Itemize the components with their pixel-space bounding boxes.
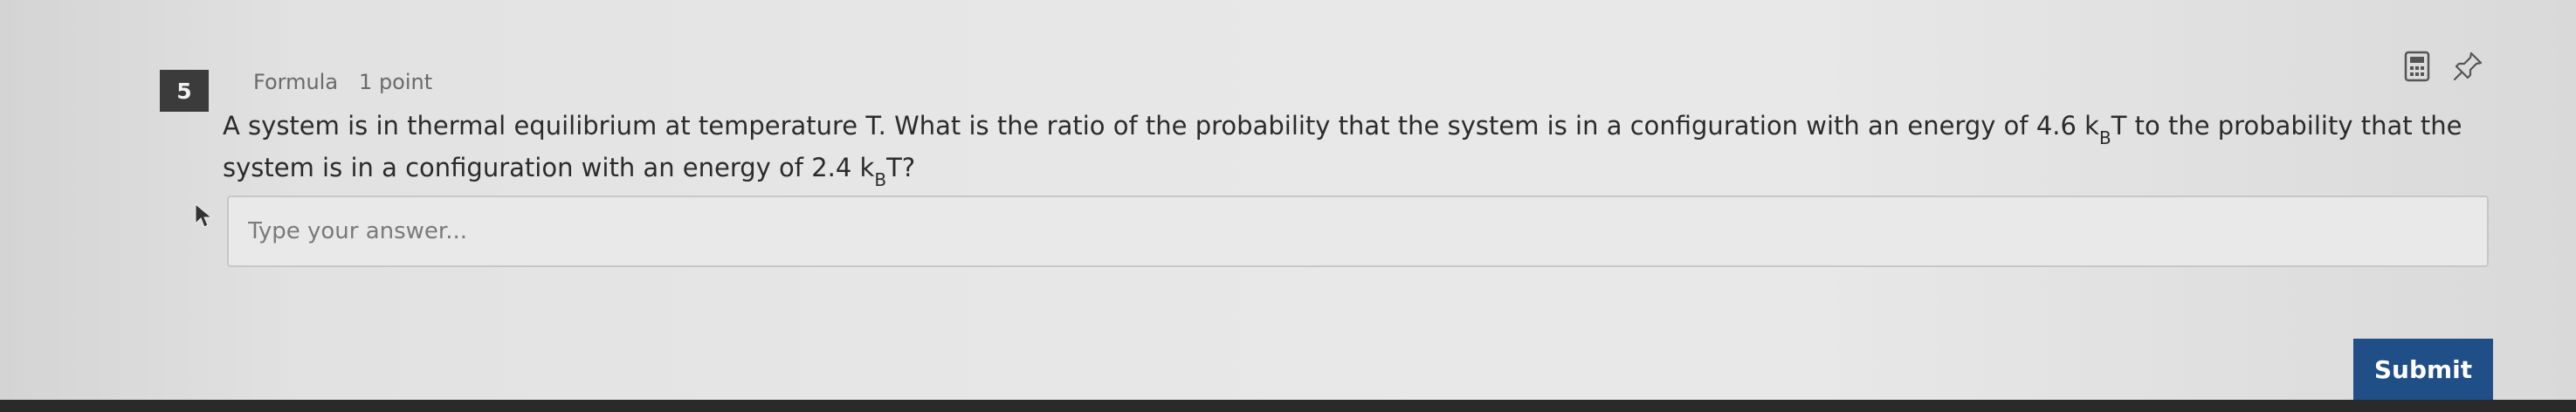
question-points-label: 1 point — [359, 70, 433, 94]
answer-input[interactable] — [227, 196, 2489, 267]
question-card: 5 Formula 1 point A system is in thermal… — [0, 0, 2576, 412]
calculator-icon — [2404, 51, 2430, 82]
calculator-button[interactable] — [2400, 49, 2435, 84]
question-tools — [2400, 49, 2485, 84]
question-meta: Formula 1 point — [253, 70, 432, 94]
screen-bottom-edge — [0, 400, 2576, 412]
question-type-label: Formula — [253, 70, 339, 94]
question-number-badge: 5 — [160, 70, 209, 112]
subscript-b: B — [2098, 127, 2111, 148]
subscript-b: B — [874, 168, 887, 190]
pin-icon — [2453, 52, 2483, 81]
submit-button[interactable]: Submit — [2353, 339, 2493, 400]
pin-button[interactable] — [2450, 49, 2485, 84]
mouse-cursor-icon — [195, 203, 213, 228]
question-text: A system is in thermal equilibrium at te… — [223, 111, 2462, 190]
